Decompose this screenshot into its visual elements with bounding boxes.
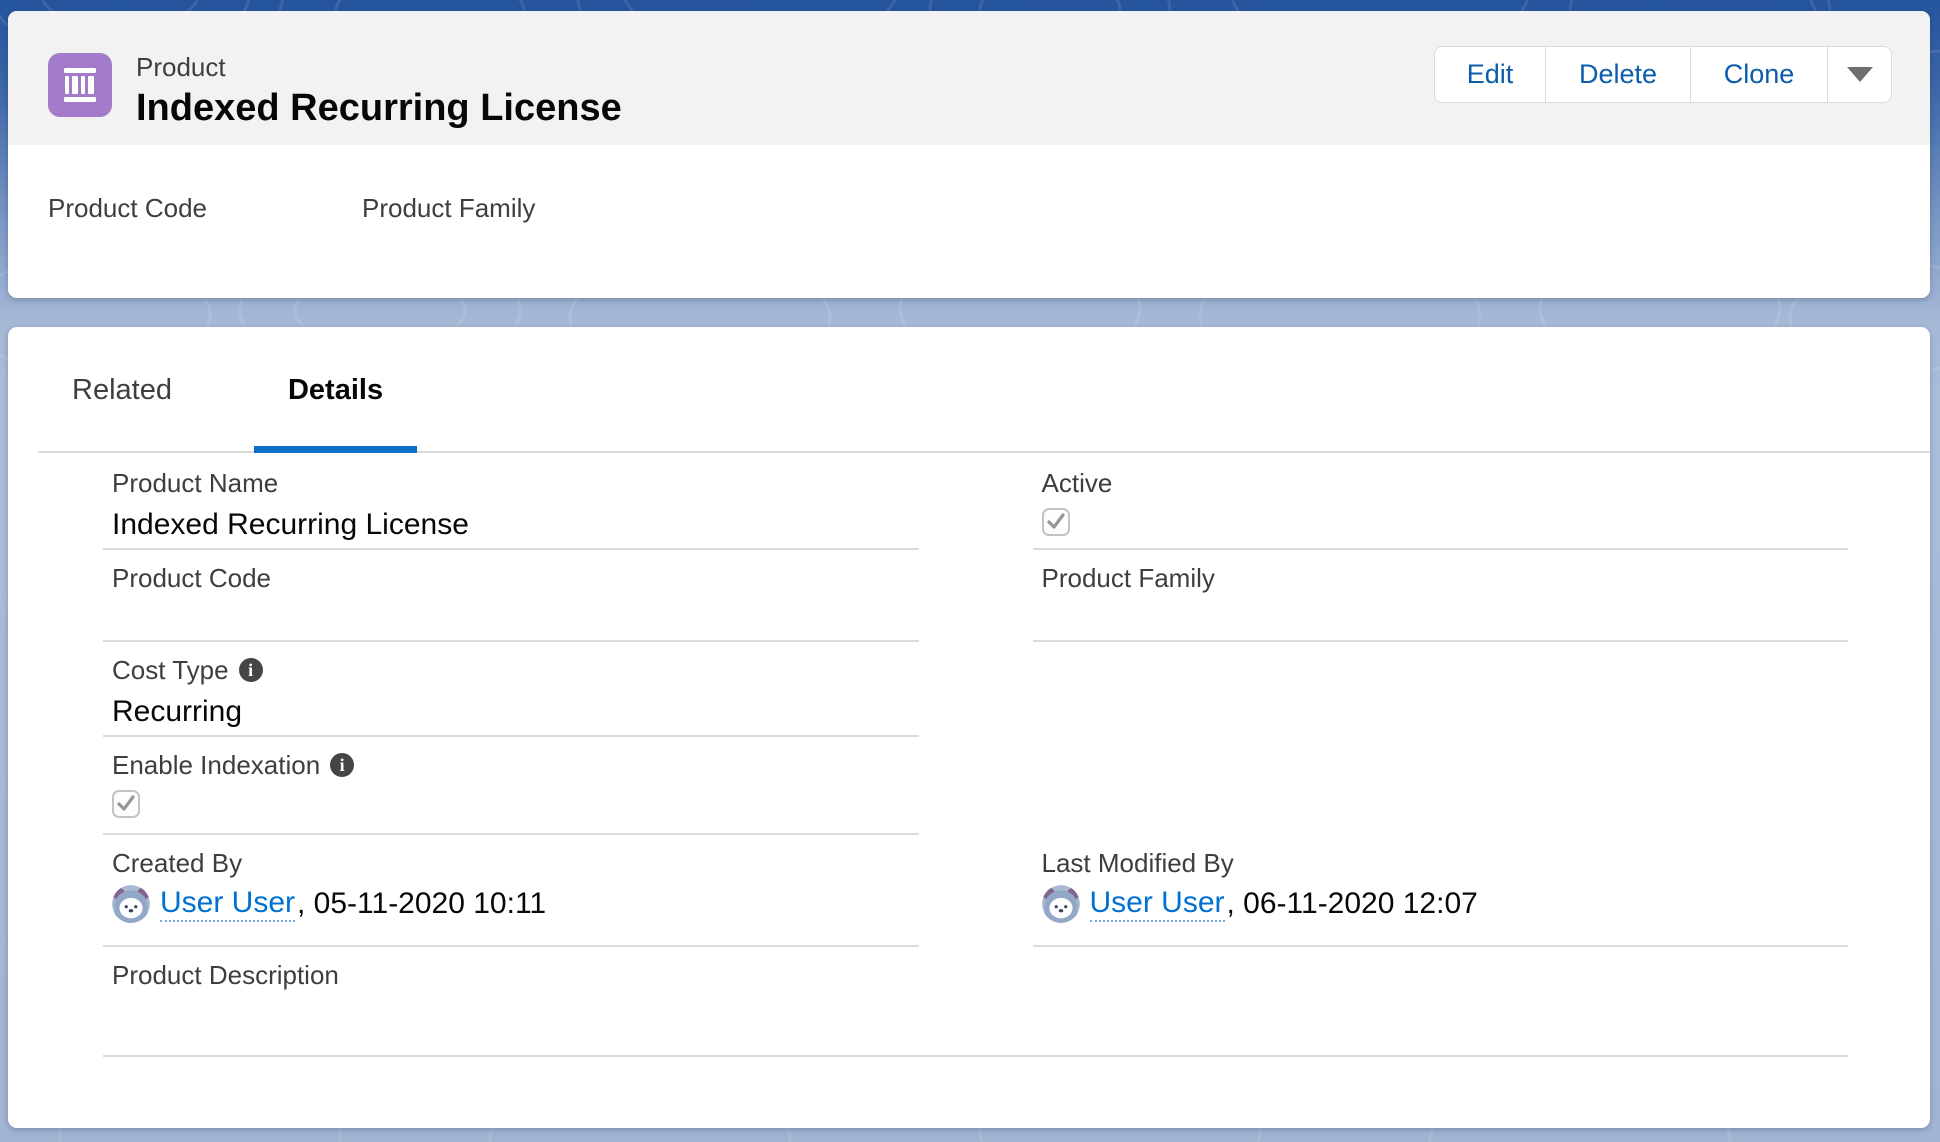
field-product-name: Product Name Indexed Recurring License [103, 455, 919, 550]
created-by-timestamp: , 05-11-2020 10:11 [297, 887, 546, 921]
highlights-panel: Product Code Product Family [8, 145, 1930, 298]
product-icon [48, 53, 112, 117]
field-active: Active [1033, 455, 1849, 550]
field-last-modified-by: Last Modified By User User , 06-1 [1033, 835, 1849, 947]
field-product-family: Product Family [1033, 550, 1849, 642]
product-name-value: Indexed Recurring License [112, 506, 919, 544]
delete-button[interactable]: Delete [1546, 46, 1691, 103]
empty-cell [1033, 642, 1849, 737]
caret-down-icon [1847, 67, 1873, 82]
created-by-user-link[interactable]: User User [160, 886, 295, 922]
last-modified-by-user-link[interactable]: User User [1090, 886, 1225, 922]
field-created-by: Created By User User , 05-11-2020 [103, 835, 919, 947]
product-name-label: Product Name [112, 467, 919, 499]
product-family-label: Product Family [1042, 562, 1849, 594]
created-by-label: Created By [112, 847, 919, 879]
field-product-code: Product Code [103, 550, 919, 642]
enable-indexation-checkbox [112, 790, 140, 818]
record-header: Product Indexed Recurring License Edit D… [8, 11, 1930, 145]
tab-bar: Related Details [8, 327, 1930, 453]
more-actions-button[interactable] [1828, 46, 1892, 103]
field-product-description: Product Description [103, 947, 1848, 1057]
enable-indexation-info-icon[interactable]: i [330, 753, 354, 777]
highlight-product-code-label: Product Code [48, 193, 207, 224]
enable-indexation-label: Enable Indexation i [112, 749, 919, 781]
field-enable-indexation: Enable Indexation i [103, 737, 919, 835]
edit-button[interactable]: Edit [1434, 46, 1546, 103]
user-avatar[interactable] [1042, 885, 1080, 923]
tab-details[interactable]: Details [254, 327, 417, 453]
last-modified-by-timestamp: , 06-11-2020 12:07 [1227, 887, 1478, 921]
cost-type-label: Cost Type i [112, 654, 919, 686]
last-modified-by-label: Last Modified By [1042, 847, 1849, 879]
record-action-group: Edit Delete Clone [1434, 46, 1892, 103]
tab-related[interactable]: Related [38, 327, 206, 453]
highlight-product-family-label: Product Family [362, 193, 535, 224]
detail-field-grid: Product Name Indexed Recurring License A… [8, 453, 1930, 1057]
product-code-label: Product Code [112, 562, 919, 594]
field-cost-type: Cost Type i Recurring [103, 642, 919, 737]
product-description-label: Product Description [112, 959, 1848, 991]
cost-type-value: Recurring [112, 693, 919, 731]
clone-button[interactable]: Clone [1691, 46, 1828, 103]
active-label: Active [1042, 467, 1849, 499]
entity-label: Product [136, 51, 622, 83]
cost-type-info-icon[interactable]: i [239, 658, 263, 682]
user-avatar[interactable] [112, 885, 150, 923]
active-checkbox [1042, 508, 1070, 536]
record-header-card: Product Indexed Recurring License Edit D… [8, 11, 1930, 298]
record-detail-card: Related Details Product Name Indexed Rec… [8, 327, 1930, 1128]
empty-cell [1033, 737, 1849, 835]
page-title: Indexed Recurring License [136, 85, 622, 131]
